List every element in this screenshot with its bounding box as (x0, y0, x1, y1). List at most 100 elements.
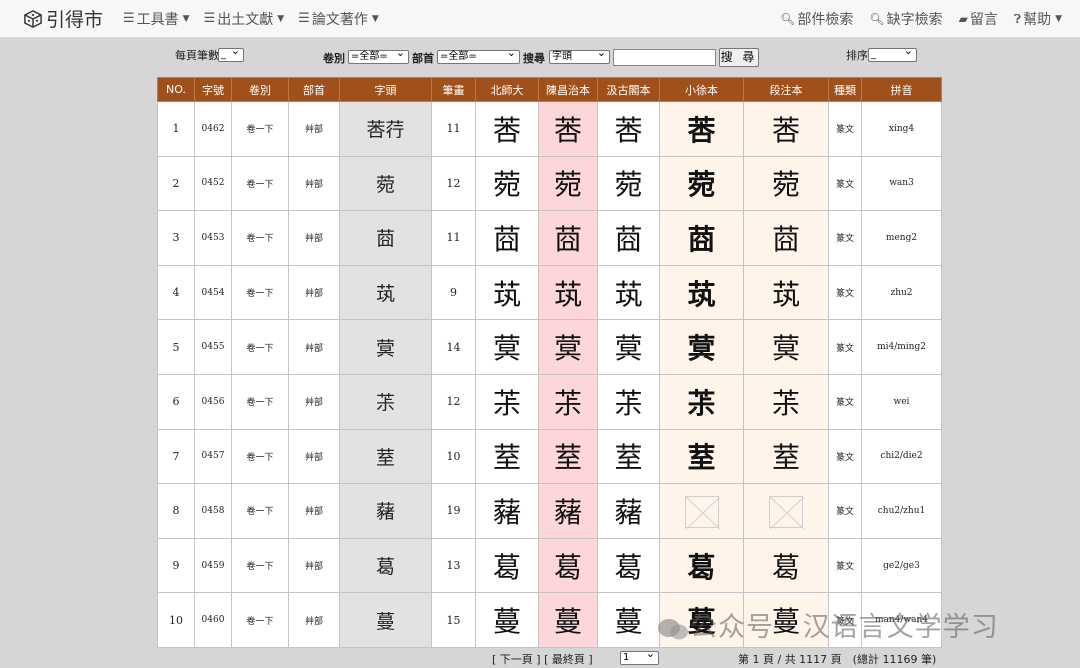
pager-links[interactable]: [ 下一頁 ] [ 最終頁 ] (492, 651, 593, 667)
table-header-row: NO. 字號 卷別 部首 字頭 筆畫 北師大 陳昌治本 汲古閣本 小徐本 段注本… (157, 77, 942, 102)
jigu-glyph: 茮 (597, 373, 660, 430)
row-head: 菀 (339, 155, 432, 212)
row-pinyin: mi4/ming2 (861, 319, 942, 375)
row-juan: 卷一下 (231, 264, 289, 321)
col-duan[interactable]: 段注本 (743, 77, 829, 102)
col-jigu[interactable]: 汲古閣本 (597, 77, 660, 102)
row-bu: 艸部 (288, 319, 340, 375)
col-pinyin[interactable]: 拼音 (861, 77, 942, 102)
col-kind[interactable]: 種類 (828, 77, 862, 102)
watermark: 公众号 · 汉语言文学学习 (656, 605, 999, 644)
caret-down-icon: ▼ (1055, 14, 1062, 24)
row-pinyin: chu2/zhu1 (861, 483, 942, 539)
hamburger-icon: ☰ (123, 11, 135, 26)
table-row: 7 0457 卷一下 艸部荎 10 荎荎荎荎荎篆文 chi2/die2 (157, 428, 942, 485)
jigu-glyph: 莕 (597, 101, 660, 157)
row-head: 葛 (339, 537, 432, 594)
xiaoxu-glyph: 茿 (659, 264, 744, 321)
bnu-glyph: 藸 (475, 483, 539, 539)
col-strokes[interactable]: 筆畫 (431, 77, 476, 102)
sort-label: 排序 (846, 49, 868, 62)
row-pinyin: meng2 (861, 210, 942, 266)
xiaoxu-glyph: 荎 (659, 428, 744, 485)
search-icon: 🔍︎ (780, 12, 796, 26)
row-head: 莕荇 (339, 101, 432, 157)
row-kind: 篆文 (828, 373, 862, 430)
chen-glyph: 蓂 (538, 319, 598, 375)
row-id: 0457 (194, 428, 232, 485)
page-select[interactable]: 1 (620, 648, 659, 665)
xiaoxu-glyph: 茮 (659, 373, 744, 430)
row-no: 3 (157, 210, 195, 266)
caret-down-icon: ▼ (277, 13, 285, 24)
col-bu[interactable]: 部首 (288, 77, 340, 102)
col-head[interactable]: 字頭 (339, 77, 432, 102)
row-head: 蓂 (339, 319, 432, 375)
row-strokes: 12 (431, 155, 476, 212)
row-id: 0458 (194, 483, 232, 539)
row-no: 9 (157, 537, 195, 594)
col-xiaoxu[interactable]: 小徐本 (659, 77, 744, 102)
duan-glyph: 莕 (743, 101, 829, 157)
row-strokes: 11 (431, 210, 476, 266)
table-row: 8 0458 卷一下 艸部藸 19 藸藸藸篆文 chu2/zhu1 (157, 483, 942, 539)
row-pinyin: wei (861, 373, 942, 430)
menu-papers[interactable]: ☰ 論文著作 ▼ (298, 9, 379, 29)
search-input[interactable] (613, 49, 716, 66)
bnu-glyph: 莔 (475, 210, 539, 266)
row-bu: 艸部 (288, 210, 340, 266)
help-menu[interactable]: ❓︎ 幫助 ▼ (1014, 9, 1062, 29)
per-page-label: 每頁筆數 (175, 49, 219, 62)
missing-image-icon (684, 496, 720, 530)
row-bu: 艸部 (288, 373, 340, 430)
bnu-glyph: 葛 (475, 537, 539, 594)
bnu-glyph: 蔓 (475, 592, 539, 648)
sort-select[interactable]: _ (868, 45, 917, 62)
bnu-glyph: 荎 (475, 428, 539, 485)
jigu-glyph: 菀 (597, 155, 660, 212)
bnu-glyph: 莕 (475, 101, 539, 157)
brand[interactable]: 引得市 (24, 5, 103, 32)
col-chen[interactable]: 陳昌治本 (538, 77, 598, 102)
duan-glyph: 荎 (743, 428, 829, 485)
search-button[interactable]: 搜 尋 (719, 48, 759, 67)
jigu-glyph: 蔓 (597, 592, 660, 648)
missing-char-search-link[interactable]: 🔍︎ 缺字檢索 (869, 9, 942, 29)
table-body: 1 0462 卷一下 艸部 莕荇 11 莕莕莕莕莕篆文 xing4 2 0452 卷一下 艸部菀 12 菀… (157, 101, 942, 648)
xiaoxu-glyph: 莕 (659, 101, 744, 157)
top-navbar: 引得市 ☰ 工具書 ▼ ☰ 出土文獻 ▼ ☰ 論文著作 ▼ 🔍︎ 部件檢索 🔍︎… (0, 0, 1080, 38)
juan-select[interactable]: =全部= (348, 47, 409, 64)
component-search-link[interactable]: 🔍︎ 部件檢索 (780, 9, 853, 29)
chen-glyph: 茮 (538, 373, 598, 430)
col-id[interactable]: 字號 (194, 77, 232, 102)
row-head: 茿 (339, 264, 432, 321)
row-no: 4 (157, 264, 195, 321)
search-label: 搜尋 (523, 52, 545, 65)
search-field-select[interactable]: 字頭 (549, 47, 610, 64)
search-icon: 🔍︎ (869, 12, 885, 26)
col-no[interactable]: NO. (157, 77, 195, 102)
row-id: 0454 (194, 264, 232, 321)
row-no: 5 (157, 319, 195, 375)
hamburger-icon: ☰ (203, 11, 216, 26)
col-bnu[interactable]: 北師大 (475, 77, 539, 102)
row-pinyin: chi2/die2 (861, 428, 942, 485)
question-icon: ❓︎ (1013, 11, 1022, 26)
menu-tools[interactable]: ☰ 工具書 ▼ (123, 9, 190, 29)
menu-excavated[interactable]: ☰ 出土文獻 ▼ (204, 9, 285, 29)
row-kind: 篆文 (828, 428, 862, 485)
row-juan: 卷一下 (231, 592, 289, 648)
table-row: 9 0459 卷一下 艸部葛 13 葛葛葛葛葛篆文 ge2/ge3 (157, 537, 942, 594)
xiaoxu-glyph: 菀 (659, 155, 744, 212)
row-kind: 篆文 (828, 319, 862, 375)
page-summary: 第 1 頁 / 共 1117 頁 (總計 11169 筆) (738, 653, 937, 666)
row-id: 0455 (194, 319, 232, 375)
jigu-glyph: 莔 (597, 210, 660, 266)
col-juan[interactable]: 卷別 (231, 77, 289, 102)
message-link[interactable]: ▰ 留言 (959, 9, 998, 29)
per-page-select[interactable]: _ (218, 45, 244, 62)
table-row: 1 0462 卷一下 艸部 莕荇 11 莕莕莕莕莕篆文 xing4 (157, 101, 942, 157)
bu-select[interactable]: =全部= (437, 47, 520, 64)
chen-glyph: 莔 (538, 210, 598, 266)
row-juan: 卷一下 (231, 210, 289, 266)
